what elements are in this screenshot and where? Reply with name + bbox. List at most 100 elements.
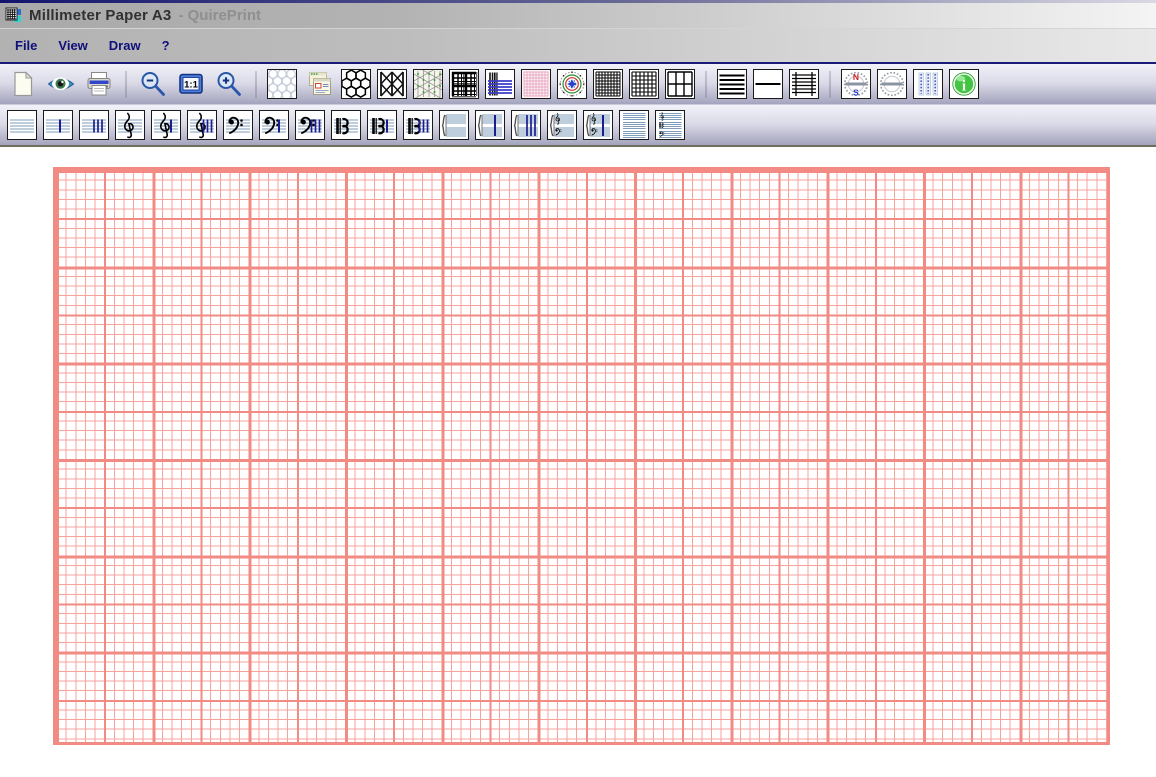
alto-staff-bar-icon xyxy=(368,111,396,139)
zoom-actual-button[interactable]: 1:1 xyxy=(175,68,207,100)
about-info-button[interactable]: i xyxy=(949,69,979,99)
print-button[interactable] xyxy=(83,68,115,100)
loglog-grid-icon xyxy=(450,70,478,98)
medium-grid-icon xyxy=(630,70,658,98)
fine-grid-icon xyxy=(594,70,622,98)
treble-staff-button[interactable] xyxy=(115,110,145,140)
paper-isometric-button[interactable] xyxy=(413,69,443,99)
window-title: Millimeter Paper A3 xyxy=(29,7,172,24)
grand-staff-bar-button[interactable] xyxy=(475,110,505,140)
paper-millimeter-button[interactable] xyxy=(521,69,551,99)
treble-staff-icon xyxy=(116,111,144,139)
menu-item-help[interactable]: ? xyxy=(162,38,170,53)
polar-grid-icon xyxy=(558,70,586,98)
piano-staff-icon xyxy=(548,111,576,139)
menu-item-file[interactable]: File xyxy=(15,38,37,53)
grand-staff-icon xyxy=(440,111,468,139)
paper-hexagon-button[interactable] xyxy=(341,69,371,99)
zoom-in-button[interactable] xyxy=(213,68,245,100)
grand-staff-bars-button[interactable] xyxy=(511,110,541,140)
svg-text:i: i xyxy=(962,79,966,95)
grand-staff-bar-icon xyxy=(476,111,504,139)
coarse-grid-icon xyxy=(666,70,694,98)
info-icon: i xyxy=(950,70,978,98)
bass-staff-button[interactable] xyxy=(223,110,253,140)
toolbar-separator xyxy=(255,70,257,98)
svg-text:N: N xyxy=(853,72,859,82)
toolbar-separator xyxy=(705,70,707,98)
triangle-grid-icon xyxy=(378,70,406,98)
toolbar-separator xyxy=(125,70,127,98)
treble-staff-bar-button[interactable] xyxy=(151,110,181,140)
zoom-in-icon xyxy=(215,70,243,98)
printer-icon xyxy=(85,70,113,98)
print-preview-button[interactable] xyxy=(45,68,77,100)
treble-staff-bars-icon xyxy=(188,111,216,139)
music-paper-toolbar xyxy=(0,105,1156,147)
piano-staff-bar-button[interactable] xyxy=(583,110,613,140)
title-bar: Millimeter Paper A3 - QuirePrint xyxy=(0,3,1156,28)
paper-circles-button[interactable] xyxy=(267,69,297,99)
paper-grid-medium-button[interactable] xyxy=(629,69,659,99)
alto-staff-icon xyxy=(332,111,360,139)
bass-staff-bar-icon xyxy=(260,111,288,139)
protractor-icon xyxy=(878,70,906,98)
window-title-suffix: - QuirePrint xyxy=(178,7,261,24)
paper-two-section-button[interactable] xyxy=(753,69,783,99)
paper-ruler-columns-button[interactable] xyxy=(913,69,943,99)
toolbar-separator xyxy=(829,70,831,98)
menu-item-view[interactable]: View xyxy=(58,38,87,53)
alto-staff-bars-icon xyxy=(404,111,432,139)
multi-staff-icon xyxy=(620,111,648,139)
alto-staff-bar-button[interactable] xyxy=(367,110,397,140)
paper-polar-button[interactable] xyxy=(557,69,587,99)
bass-staff-bars-icon xyxy=(296,111,324,139)
paper-grid-fine-button[interactable] xyxy=(593,69,623,99)
bass-staff-icon xyxy=(224,111,252,139)
piano-staff-button[interactable] xyxy=(547,110,577,140)
app-window: Millimeter Paper A3 - QuirePrint File Vie… xyxy=(0,0,1156,777)
grand-staff-button[interactable] xyxy=(439,110,469,140)
zoom-actual-icon: 1:1 xyxy=(177,70,205,98)
staff-plain-button[interactable] xyxy=(7,110,37,140)
paper-semilog-button[interactable] xyxy=(485,69,515,99)
hexagon-grid-icon xyxy=(342,70,370,98)
ledger-icon xyxy=(790,70,818,98)
multi-staff-clefs-button[interactable] xyxy=(655,110,685,140)
vertical-rulers-icon xyxy=(914,70,942,98)
new-page-button[interactable] xyxy=(7,68,39,100)
staff-bar-icon xyxy=(44,111,72,139)
page-setup-icon xyxy=(305,70,333,98)
paper-ledger-button[interactable] xyxy=(789,69,819,99)
piano-staff-bar-icon xyxy=(584,111,612,139)
main-toolbar: 1:1 N S i xyxy=(0,64,1156,105)
staff-bar-button[interactable] xyxy=(43,110,73,140)
paper-lined-button[interactable] xyxy=(717,69,747,99)
bass-staff-bar-button[interactable] xyxy=(259,110,289,140)
lined-paper-icon xyxy=(718,70,746,98)
millimeter-paper-page xyxy=(53,167,1110,745)
paper-loglog-button[interactable] xyxy=(449,69,479,99)
grand-staff-bars-icon xyxy=(512,111,540,139)
zoom-out-button[interactable] xyxy=(137,68,169,100)
page-setup-button[interactable] xyxy=(303,68,335,100)
menu-item-draw[interactable]: Draw xyxy=(109,38,141,53)
multi-staff-button[interactable] xyxy=(619,110,649,140)
alto-staff-button[interactable] xyxy=(331,110,361,140)
circles-pattern-icon xyxy=(268,70,296,98)
two-section-icon xyxy=(754,70,782,98)
protractor-button[interactable] xyxy=(877,69,907,99)
staff-bars-icon xyxy=(80,111,108,139)
treble-staff-bars-button[interactable] xyxy=(187,110,217,140)
bass-staff-bars-button[interactable] xyxy=(295,110,325,140)
multi-staff-clefs-icon xyxy=(656,111,684,139)
document-canvas xyxy=(0,147,1156,777)
staff-bars-button[interactable] xyxy=(79,110,109,140)
svg-text:1:1: 1:1 xyxy=(184,80,198,91)
paper-grid-coarse-button[interactable] xyxy=(665,69,695,99)
compass-rose-button[interactable]: NS xyxy=(841,69,871,99)
app-icon xyxy=(5,7,22,24)
compass-icon: NS xyxy=(842,70,870,98)
alto-staff-bars-button[interactable] xyxy=(403,110,433,140)
paper-triangle-button[interactable] xyxy=(377,69,407,99)
